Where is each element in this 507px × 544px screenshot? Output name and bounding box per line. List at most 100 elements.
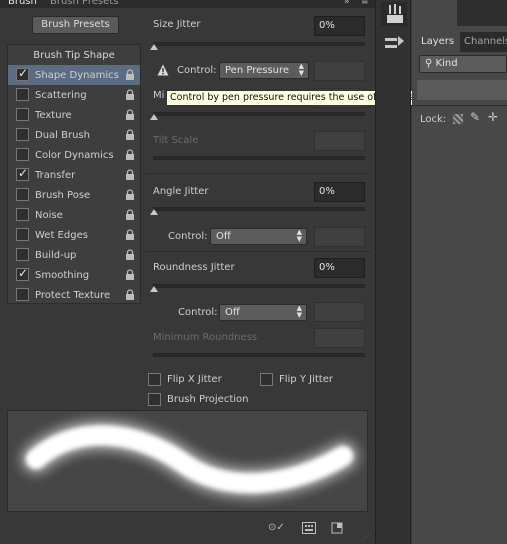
smoothing-checkbox[interactable] (16, 266, 29, 281)
lock-icon[interactable] (124, 209, 136, 221)
brush-panel-button[interactable] (381, 2, 407, 26)
list-item-wet-edges[interactable]: Wet Edges (8, 225, 140, 245)
list-item-label: Dual Brush (35, 129, 90, 141)
brush-presets-panel-button[interactable] (381, 32, 407, 54)
roundness-control-input (314, 302, 365, 322)
angle-jitter-input[interactable]: 0% (314, 182, 365, 202)
noise-checkbox[interactable] (16, 208, 29, 221)
tab-brush[interactable]: Brush (8, 0, 37, 8)
select-arrows-icon: ▲ ▼ (296, 304, 302, 319)
minimum-roundness-label: Minimum Roundness (153, 332, 258, 343)
brush-pose-checkbox[interactable] (16, 188, 29, 201)
minimum-diameter-slider-thumb[interactable] (150, 114, 158, 120)
protect-texture-checkbox[interactable] (16, 288, 29, 301)
list-item-shape-dynamics[interactable]: Shape Dynamics (8, 65, 140, 85)
brush-presets-button[interactable]: Brush Presets (32, 16, 119, 34)
minimum-diameter-label: Mi (153, 90, 165, 101)
brush-grid-icon[interactable] (302, 522, 316, 534)
collapse-icon[interactable]: » (344, 0, 351, 7)
list-item-dual-brush[interactable]: Dual Brush (8, 125, 140, 145)
list-item-color-dynamics[interactable]: Color Dynamics (8, 145, 140, 165)
roundness-jitter-input[interactable]: 0% (314, 258, 365, 278)
roundness-jitter-label: Roundness Jitter (153, 262, 235, 273)
angle-control-select[interactable]: Off ▲ ▼ (210, 228, 307, 245)
list-item-smoothing[interactable]: Smoothing (8, 265, 140, 285)
list-item-label: Scattering (35, 89, 87, 101)
angle-jitter-slider[interactable] (153, 207, 365, 211)
list-item-brush-pose[interactable]: Brush Pose (8, 185, 140, 205)
lock-icon[interactable] (124, 269, 136, 281)
texture-checkbox[interactable] (16, 108, 29, 121)
list-item-texture[interactable]: Texture (8, 105, 140, 125)
flip-y-checkbox[interactable] (260, 373, 273, 386)
filter-kind-label: Kind (435, 58, 458, 69)
resize-grip-icon[interactable]: ⋰ (362, 532, 370, 541)
list-item-transfer[interactable]: Transfer (8, 165, 140, 185)
new-brush-icon[interactable] (331, 522, 343, 534)
filter-kind-select[interactable]: ⚲ Kind (419, 55, 507, 73)
list-item-protect-texture[interactable]: Protect Texture (8, 285, 140, 305)
wet-edges-checkbox[interactable] (16, 228, 29, 241)
lock-icon[interactable] (124, 69, 136, 81)
list-item-noise[interactable]: Noise (8, 205, 140, 225)
select-arrows-icon: ▲ ▼ (296, 228, 302, 243)
tab-channels[interactable]: Channels (464, 32, 507, 52)
lock-icon[interactable] (124, 89, 136, 101)
flip-y-label: Flip Y Jitter (279, 374, 333, 385)
divider (146, 251, 371, 252)
blend-mode-select[interactable] (417, 80, 507, 100)
angle-jitter-slider-thumb[interactable] (150, 209, 158, 215)
build-up-checkbox[interactable] (16, 248, 29, 261)
lock-icon[interactable] (124, 189, 136, 201)
warning-icon (157, 64, 169, 76)
list-item-build-up[interactable]: Build-up (8, 245, 140, 265)
tab-brush-presets[interactable]: Brush Presets (50, 0, 118, 8)
list-item-label: Brush Pose (35, 189, 91, 201)
lock-icon[interactable] (124, 149, 136, 161)
dual-brush-checkbox[interactable] (16, 128, 29, 141)
roundness-jitter-slider[interactable] (153, 284, 365, 288)
lock-paint-icon[interactable]: ✎ (470, 110, 480, 124)
roundness-jitter-slider-thumb[interactable] (150, 286, 158, 292)
lock-transparent-icon[interactable] (453, 114, 463, 124)
shape-dynamics-checkbox[interactable] (16, 66, 29, 81)
lock-icon[interactable] (124, 109, 136, 121)
roundness-control-label: Control: (178, 307, 218, 318)
color-swatch-area (457, 0, 507, 26)
size-control-select[interactable]: Pen Pressure ▲ ▼ (219, 62, 309, 79)
angle-control-input (314, 227, 365, 247)
brush-stroke-preview (7, 410, 368, 512)
angle-jitter-label: Angle Jitter (153, 186, 209, 197)
flip-x-label: Flip X Jitter (167, 374, 222, 385)
lock-icon[interactable] (124, 289, 136, 301)
lock-position-icon[interactable]: ✛ (488, 110, 498, 124)
size-jitter-input[interactable]: 0% (314, 16, 365, 36)
divider (146, 173, 371, 174)
minimum-roundness-input (314, 328, 365, 348)
tilt-scale-label: Tilt Scale (153, 135, 199, 146)
transfer-checkbox[interactable] (16, 166, 29, 181)
lock-icon[interactable] (124, 229, 136, 241)
list-item-scattering[interactable]: Scattering (8, 85, 140, 105)
size-control-input (314, 61, 365, 81)
color-dynamics-checkbox[interactable] (16, 148, 29, 161)
list-item-label: Wet Edges (35, 229, 88, 241)
flip-x-checkbox[interactable] (148, 373, 161, 386)
lock-icon[interactable] (124, 249, 136, 261)
lock-icon[interactable] (124, 169, 136, 181)
size-control-value: Pen Pressure (225, 65, 290, 76)
tab-layers[interactable]: Layers (412, 32, 460, 52)
minimum-diameter-slider[interactable] (153, 112, 365, 116)
list-item-label: Transfer (35, 169, 76, 181)
size-jitter-slider[interactable] (153, 42, 365, 46)
lock-icon[interactable] (124, 129, 136, 141)
toggle-live-tip-icon[interactable]: ⊙✓ (268, 522, 286, 534)
brush-tip-shape-label: Brush Tip Shape (33, 49, 115, 61)
brush-projection-checkbox[interactable] (148, 393, 161, 406)
scattering-checkbox[interactable] (16, 88, 29, 101)
size-jitter-slider-thumb[interactable] (150, 44, 158, 50)
angle-control-label: Control: (168, 231, 208, 242)
brush-tip-shape-item[interactable]: Brush Tip Shape (8, 45, 140, 65)
panel-menu-icon[interactable]: ≡ (361, 0, 370, 7)
roundness-control-select[interactable]: Off ▲ ▼ (219, 304, 307, 321)
